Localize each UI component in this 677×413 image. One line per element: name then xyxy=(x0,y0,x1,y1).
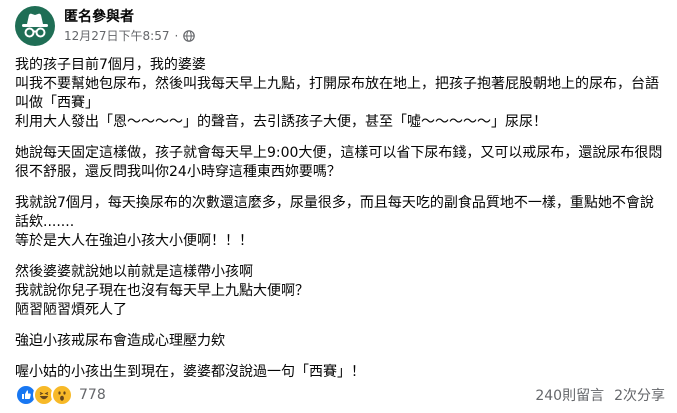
text-line: 我的孩子目前7個月，我的婆婆 xyxy=(15,57,206,73)
text-line: 叫我不要幫她包尿布，然後叫我每天早上九點，打開尿布放在地上，把孩子抱著屁股朝地上… xyxy=(15,76,659,111)
post-content: 我的孩子目前7個月，我的婆婆 叫我不要幫她包尿布，然後叫我每天早上九點，打開尿布… xyxy=(15,56,665,394)
reactions-summary[interactable]: 778 xyxy=(15,384,106,406)
meta-separator: · xyxy=(174,29,179,43)
post-header: 匿名參與者 12月27日下午8:57 · xyxy=(15,6,196,48)
text-line: 強迫小孩戒尿布會造成心理壓力欸 xyxy=(15,333,225,349)
author-name[interactable]: 匿名參與者 xyxy=(64,8,195,26)
text-line: 然後婆婆就說她以前就是這樣帶小孩啊 xyxy=(15,264,253,280)
paragraph-5: 強迫小孩戒尿布會造成心理壓力欸 xyxy=(15,332,665,351)
comments-count[interactable]: 240則留言 xyxy=(535,385,604,405)
text-line: 陋習陋習煩死人了 xyxy=(15,302,127,318)
post-timestamp[interactable]: 12月27日下午8:57 xyxy=(64,28,170,44)
paragraph-1: 我的孩子目前7個月，我的婆婆 叫我不要幫她包尿布，然後叫我每天早上九點，打開尿布… xyxy=(15,56,665,132)
wow-icon xyxy=(51,384,73,406)
post-meta: 12月27日下午8:57 · xyxy=(64,28,196,44)
text-line: 我就說你兒子現在也沒有每天早上九點大便啊？ xyxy=(15,283,309,299)
paragraph-4: 然後婆婆就說她以前就是這樣帶小孩啊 我就說你兒子現在也沒有每天早上九點大便啊？ … xyxy=(15,263,665,320)
shares-count[interactable]: 2次分享 xyxy=(614,385,665,405)
paragraph-2: 她說每天固定這樣做，孩子就會每天早上9:00大便，這樣可以省下尿布錢，又可以戒尿… xyxy=(15,144,665,182)
post-footer: 778 240則留言 2次分享 xyxy=(15,383,665,407)
post-stats: 240則留言 2次分享 xyxy=(535,385,665,405)
author-block: 匿名參與者 12月27日下午8:57 · xyxy=(64,8,196,44)
paragraph-6: 喔小姑的小孩出生到現在，婆婆都沒說過一句「西賽」！ xyxy=(15,363,665,382)
avatar[interactable] xyxy=(15,6,55,46)
paragraph-3: 我就說7個月，每天換尿布的次數還這麼多，尿量很多，而且每天吃的副食品質地不一樣，… xyxy=(15,194,665,251)
text-line: 利用大人發出「恩～～～～」的聲音，去引誘孩子大便，甚至「噓～～～～～」尿尿！ xyxy=(15,114,547,130)
text-line: 她說每天固定這樣做，孩子就會每天早上9:00大便，這樣可以省下尿布錢，又可以戒尿… xyxy=(15,145,663,180)
post-card: 匿名參與者 12月27日下午8:57 · 我的孩子目前7個月，我的婆婆 叫我不要… xyxy=(0,0,677,413)
text-line: 等於是大人在強迫小孩大小便啊！！！ xyxy=(15,233,253,249)
reaction-count: 778 xyxy=(79,387,106,403)
globe-icon xyxy=(183,30,196,42)
text-line: 喔小姑的小孩出生到現在，婆婆都沒說過一句「西賽」！ xyxy=(15,364,365,380)
text-line: 我就說7個月，每天換尿布的次數還這麼多，尿量很多，而且每天吃的副食品質地不一樣，… xyxy=(15,195,654,230)
incognito-icon xyxy=(22,13,48,38)
